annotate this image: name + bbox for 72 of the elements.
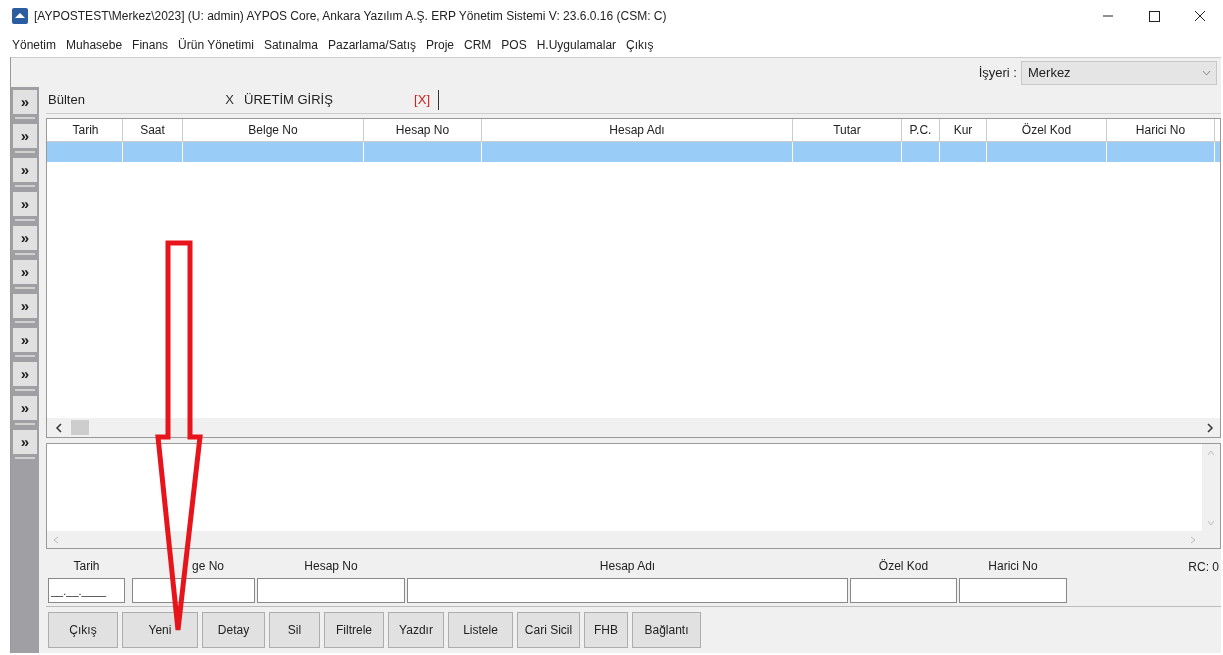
menu-item[interactable]: Ürün Yönetimi: [178, 35, 254, 54]
action-button[interactable]: FHB: [584, 612, 628, 648]
menu-item[interactable]: H.Uygulamalar: [536, 35, 617, 54]
close-tab-button[interactable]: X: [225, 90, 234, 110]
tab-label: ÜRETİM GİRİŞ: [244, 91, 333, 110]
expand-button[interactable]: »: [13, 226, 37, 250]
column-header[interactable]: P.C.: [902, 119, 940, 141]
expand-button[interactable]: »: [13, 362, 37, 386]
input-field[interactable]: __.__.____: [48, 578, 125, 603]
chevron-down-icon: [1202, 69, 1211, 76]
action-button[interactable]: Cari Sicil: [517, 612, 580, 648]
column-header[interactable]: Kur: [940, 119, 987, 141]
column-header[interactable]: Hesap No: [364, 119, 482, 141]
menu-item[interactable]: Pazarlama/Satış: [327, 35, 416, 54]
scroll-up-icon[interactable]: [1207, 450, 1215, 456]
workplace-dropdown[interactable]: Merkez: [1021, 60, 1217, 85]
menu-item[interactable]: Satınalma: [263, 35, 318, 54]
memo-area[interactable]: [46, 443, 1221, 549]
input-field[interactable]: [407, 578, 848, 603]
window-title: [AYPOSTEST\Merkez\2023] (U: admin) AYPOS Core, Ankara Yazılım A.Ş. ERP Yönetim Sistemi V: 23.6.0.16 (CSM: C): [34, 8, 667, 25]
action-button[interactable]: Bağlantı: [632, 612, 701, 648]
menu-item[interactable]: POS: [501, 35, 527, 54]
expand-button[interactable]: »: [13, 294, 37, 318]
action-button[interactable]: Çıkış: [48, 612, 118, 648]
close-tab-button[interactable]: [X]: [414, 90, 430, 110]
expand-button[interactable]: »: [13, 124, 37, 148]
workplace-label: İşyeri :: [978, 63, 1017, 82]
field-label: Harici No: [988, 559, 1038, 573]
record-count: RC: 0: [1188, 559, 1219, 576]
menu-item[interactable]: Proje: [426, 35, 455, 54]
menu-item[interactable]: Muhasebe: [66, 35, 123, 54]
scroll-right-icon[interactable]: [1206, 422, 1214, 433]
tab[interactable]: ÜRETİM GİRİŞ [X]: [242, 88, 438, 112]
action-button[interactable]: Filtrele: [324, 612, 384, 648]
action-button[interactable]: Yeni: [122, 612, 198, 648]
field-label: Tarih: [73, 559, 100, 573]
action-button[interactable]: Listele: [448, 612, 513, 648]
scrollbar-thumb[interactable]: [71, 420, 89, 435]
action-button[interactable]: Sil: [269, 612, 320, 648]
action-button[interactable]: Yazdır: [388, 612, 444, 648]
action-button[interactable]: Detay: [202, 612, 265, 648]
scroll-down-icon[interactable]: [1207, 520, 1215, 526]
field-label: Hesap No: [304, 559, 358, 573]
menu-item[interactable]: Çıkış: [626, 35, 654, 54]
column-header[interactable]: Özel Kod: [987, 119, 1107, 141]
column-header[interactable]: Hesap Adı: [482, 119, 793, 141]
field-label: ge No: [192, 559, 225, 573]
input-field[interactable]: [257, 578, 405, 603]
field-label: Özel Kod: [878, 559, 929, 573]
menu-item[interactable]: Yönetim: [12, 35, 57, 54]
expand-button[interactable]: »: [13, 158, 37, 182]
column-header[interactable]: Saat: [123, 119, 183, 141]
expand-button[interactable]: »: [13, 396, 37, 420]
column-header[interactable]: Harici No: [1107, 119, 1215, 141]
input-field[interactable]: [850, 578, 957, 603]
scroll-left-icon[interactable]: [55, 422, 63, 433]
expand-button[interactable]: »: [13, 192, 37, 216]
tab[interactable]: Bülten X: [46, 88, 242, 112]
app-icon: [12, 8, 28, 24]
input-field[interactable]: [959, 578, 1067, 603]
column-header[interactable]: Tutar: [793, 119, 902, 141]
column-header[interactable]: Tarih: [49, 119, 123, 141]
expand-button[interactable]: »: [13, 260, 37, 284]
expand-button[interactable]: »: [13, 328, 37, 352]
expand-button[interactable]: »: [13, 430, 37, 454]
field-label: Hesap Adı: [599, 559, 656, 573]
column-header[interactable]: Belge No: [183, 119, 364, 141]
menu-item[interactable]: Finans: [132, 35, 169, 54]
menu-item[interactable]: CRM: [464, 35, 492, 54]
input-field[interactable]: [132, 578, 255, 603]
expand-button[interactable]: »: [13, 90, 37, 114]
tab-label: Bülten: [48, 91, 85, 110]
